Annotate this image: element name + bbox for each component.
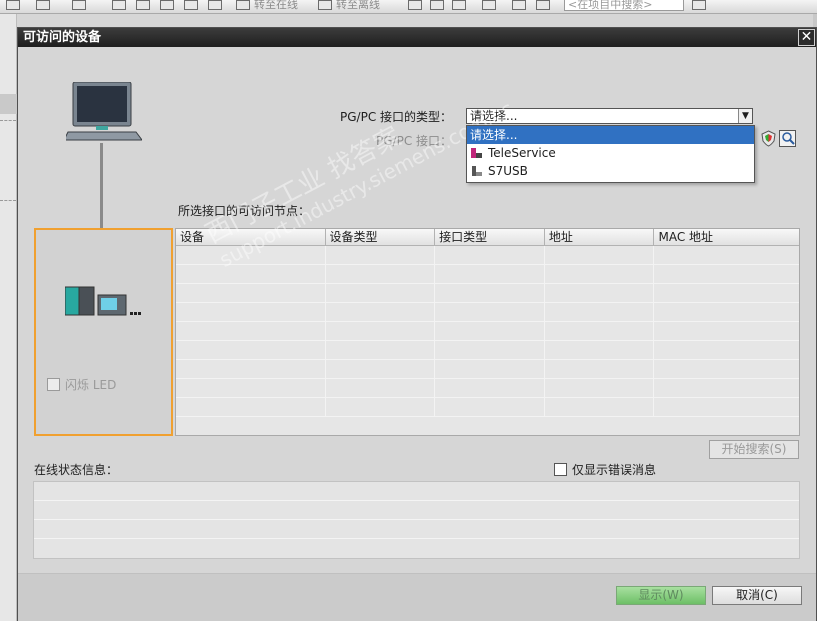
online-status-label: 在线状态信息：	[34, 463, 119, 477]
divider	[0, 120, 16, 121]
table-row	[176, 360, 799, 379]
table-row	[176, 246, 799, 265]
target-devices-icon	[65, 286, 141, 316]
project-search-input[interactable]: <在项目中搜索>	[564, 0, 684, 11]
start-search-button[interactable]: 开始搜索(S)	[709, 440, 799, 459]
go-online-button[interactable]: 转至在线	[254, 0, 298, 12]
list-item	[34, 501, 799, 520]
dialog-button-bar: 显示(W) 取消(C)	[18, 573, 816, 621]
redo-icon[interactable]	[72, 0, 86, 10]
only-errors-checkbox[interactable]: 仅显示错误消息	[554, 461, 656, 478]
list-item	[34, 539, 799, 558]
dropdown-option-teleservice[interactable]: TeleService	[467, 144, 754, 162]
flash-led-checkbox[interactable]: 闪烁 LED	[47, 376, 116, 393]
diagnostics-icon[interactable]	[779, 130, 796, 147]
interface-tools	[760, 130, 798, 147]
chevron-down-icon[interactable]: ▼	[738, 109, 752, 123]
cross-reference-icon[interactable]	[482, 0, 496, 10]
upload-icon[interactable]	[208, 0, 222, 10]
close-button[interactable]: ✕	[798, 29, 815, 46]
background-project-tree	[0, 14, 17, 621]
paste-icon[interactable]	[160, 0, 174, 10]
cancel-button[interactable]: 取消(C)	[712, 586, 802, 605]
go-offline-icon[interactable]	[318, 0, 332, 10]
table-header: 设备 设备类型 接口类型 地址 MAC 地址	[176, 229, 799, 246]
search-go-icon[interactable]	[692, 0, 706, 10]
undo-icon[interactable]	[36, 0, 50, 10]
dropdown-option-label: S7USB	[488, 163, 528, 178]
dialog-title: 可访问的设备	[18, 28, 816, 47]
dropdown-option-please-select[interactable]: 请选择...	[467, 126, 754, 144]
column-device-type[interactable]: 设备类型	[326, 229, 436, 245]
tree-row	[0, 94, 17, 114]
download-icon[interactable]	[184, 0, 198, 10]
interface-label: PG/PC 接口：	[376, 134, 453, 148]
column-device[interactable]: 设备	[176, 229, 326, 245]
only-errors-checkbox-box[interactable]	[554, 463, 567, 476]
pg-pc-icon	[66, 82, 142, 141]
table-body	[176, 246, 799, 435]
list-item	[34, 520, 799, 539]
flash-led-checkbox-box[interactable]	[47, 378, 60, 391]
interface-type-label: PG/PC 接口的类型：	[340, 110, 453, 124]
table-row	[176, 284, 799, 303]
column-address[interactable]: 地址	[545, 229, 655, 245]
accessible-devices-icon[interactable]	[408, 0, 422, 10]
show-button[interactable]: 显示(W)	[616, 586, 706, 605]
accessible-devices-dialog: 可访问的设备 ✕ 闪烁 LED PG/PC 接口的类型： PG/PC 接口： 请…	[17, 27, 817, 621]
table-row	[176, 303, 799, 322]
close-project-icon[interactable]	[6, 0, 20, 10]
accessible-nodes-label: 所选接口的可访问节点：	[178, 204, 311, 218]
interface-type-select-value: 请选择...	[470, 109, 518, 123]
go-online-icon[interactable]	[236, 0, 250, 10]
flash-led-label: 闪烁 LED	[65, 378, 117, 392]
dropdown-option-s7usb[interactable]: S7USB	[467, 162, 754, 180]
usb-icon	[472, 165, 482, 176]
list-item	[34, 482, 799, 501]
only-errors-label: 仅显示错误消息	[572, 463, 657, 477]
online-status-list	[33, 481, 800, 559]
interface-type-select[interactable]: 请选择... ▼	[466, 108, 753, 124]
table-row	[176, 379, 799, 398]
shield-icon[interactable]	[760, 130, 777, 147]
start-cpu-icon[interactable]	[430, 0, 444, 10]
copy-icon[interactable]	[136, 0, 150, 10]
table-row	[176, 341, 799, 360]
go-offline-button[interactable]: 转至离线	[336, 0, 380, 12]
split-horizontal-icon[interactable]	[512, 0, 526, 10]
split-vertical-icon[interactable]	[536, 0, 550, 10]
target-node-panel: 闪烁 LED	[34, 228, 173, 436]
interface-type-dropdown: 请选择... TeleService S7USB	[466, 125, 755, 183]
stop-cpu-icon[interactable]	[452, 0, 466, 10]
teleservice-icon	[471, 147, 482, 158]
accessible-nodes-table: 设备 设备类型 接口类型 地址 MAC 地址	[175, 228, 800, 436]
column-mac-address[interactable]: MAC 地址	[654, 229, 799, 245]
table-row	[176, 265, 799, 284]
dropdown-option-label: 请选择...	[470, 127, 518, 142]
background-toolbar: 转至在线 转至离线 <在项目中搜索>	[0, 0, 817, 14]
column-interface-type[interactable]: 接口类型	[435, 229, 545, 245]
cut-icon[interactable]	[112, 0, 126, 10]
table-row	[176, 398, 799, 417]
table-row	[176, 322, 799, 341]
dropdown-option-label: TeleService	[488, 145, 556, 160]
divider	[0, 200, 16, 201]
